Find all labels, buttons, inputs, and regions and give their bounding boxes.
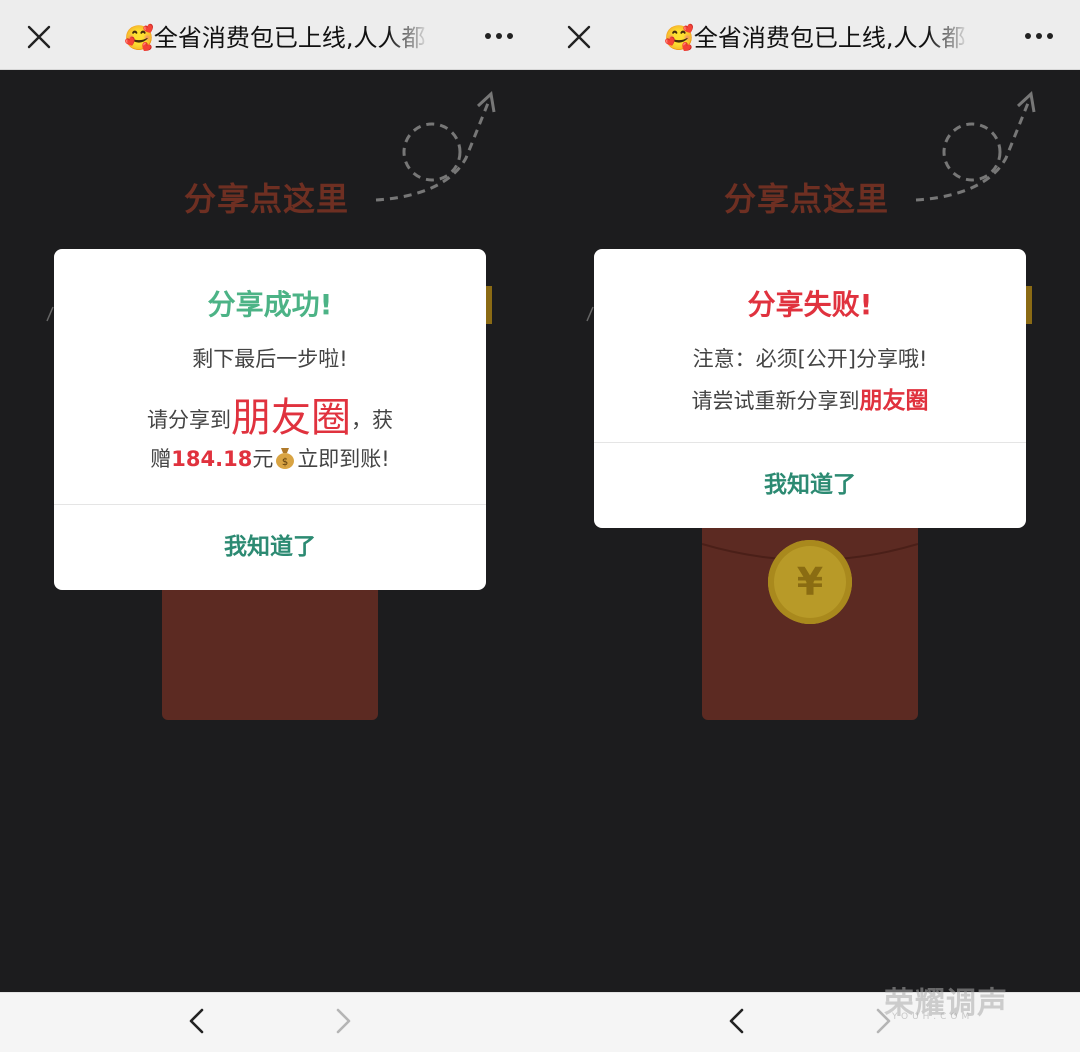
watermark-subtext: YOUH.COM — [892, 1012, 974, 1022]
page-title: 🥰全省消费包已上线,人人都 — [124, 24, 426, 52]
share-failed-dialog: 分享失败! 注意：必须[公开]分享哦! 请尝试重新分享到朋友圈 我知道了 — [594, 249, 1026, 528]
banner-edge — [486, 286, 492, 324]
share-success-dialog: 分享成功! 剩下最后一步啦! 请分享到朋友圈，获 赠184.18元 $ 立即到账! … — [54, 249, 486, 590]
red-envelope: ¥ — [702, 510, 918, 720]
confirm-button[interactable]: 我知道了 — [54, 504, 486, 590]
line2-suffix: ，获 — [351, 408, 393, 432]
line3-prefix: 赠 — [150, 447, 172, 471]
dialog-line-3: 赠184.18元 $ 立即到账! — [54, 443, 486, 473]
line2-prefix: 请尝试重新分享到 — [691, 389, 860, 413]
dialog-line-1: 剩下最后一步啦! — [192, 347, 348, 371]
bottom-toolbar — [0, 992, 540, 1052]
moments-highlight: 朋友圈 — [859, 388, 929, 414]
money-bag-icon: $ — [276, 448, 295, 469]
left-phone-screen: 🥰全省消费包已上线,人人都 分享点这里 分享成功! 剩下最后一步啦! 请分享到朋… — [0, 0, 540, 1052]
yuan-symbol: ¥ — [796, 560, 824, 604]
right-phone-screen: 🥰全省消费包已上线,人人都 分享点这里 ¥ 分享失败! 注意：必须[公开]分享哦… — [540, 0, 1080, 1052]
share-hint-text: 分享点这里 — [724, 180, 890, 218]
reward-unit: 元 — [252, 447, 274, 471]
reward-amount: 184.18 — [171, 447, 253, 471]
line3-suffix: 立即到账! — [297, 447, 390, 471]
dialog-line-2: 请尝试重新分享到朋友圈 — [594, 381, 1026, 415]
page-content: 分享点这里 ¥ 分享失败! 注意：必须[公开]分享哦! 请尝试重新分享到朋友圈 — [540, 70, 1080, 992]
more-options-icon[interactable] — [1024, 28, 1054, 44]
close-icon[interactable] — [566, 24, 592, 50]
svg-text:$: $ — [282, 457, 288, 468]
back-icon[interactable] — [726, 1007, 748, 1035]
moments-highlight: 朋友圈 — [231, 395, 351, 441]
side-mark-icon — [46, 306, 54, 322]
top-navbar: 🥰全省消费包已上线,人人都 — [540, 0, 1080, 70]
back-icon[interactable] — [186, 1007, 208, 1035]
dialog-line-2: 请分享到朋友圈，获 — [54, 385, 486, 443]
screenshot-stage: 🥰全省消费包已上线,人人都 分享点这里 分享成功! 剩下最后一步啦! 请分享到朋… — [0, 0, 1080, 1052]
confirm-button[interactable]: 我知道了 — [594, 442, 1026, 528]
dialog-title: 分享失败! — [747, 288, 873, 321]
dialog-title: 分享成功! — [207, 288, 333, 321]
page-content: 分享点这里 分享成功! 剩下最后一步啦! 请分享到朋友圈，获 赠184.18元 $… — [0, 70, 540, 992]
page-title: 🥰全省消费包已上线,人人都 — [664, 24, 966, 52]
more-options-icon[interactable] — [484, 28, 514, 44]
share-arrow-icon — [915, 91, 1036, 202]
coin-icon: ¥ — [768, 540, 852, 624]
banner-edge — [1026, 286, 1032, 324]
side-mark-icon — [586, 306, 594, 322]
forward-icon — [336, 1008, 351, 1034]
line2-prefix: 请分享到 — [147, 408, 231, 432]
dialog-line-1: 注意：必须[公开]分享哦! — [692, 347, 928, 371]
share-hint-text: 分享点这里 — [184, 180, 350, 218]
close-icon[interactable] — [26, 24, 52, 50]
top-navbar: 🥰全省消费包已上线,人人都 — [0, 0, 540, 70]
share-arrow-icon — [375, 91, 496, 202]
